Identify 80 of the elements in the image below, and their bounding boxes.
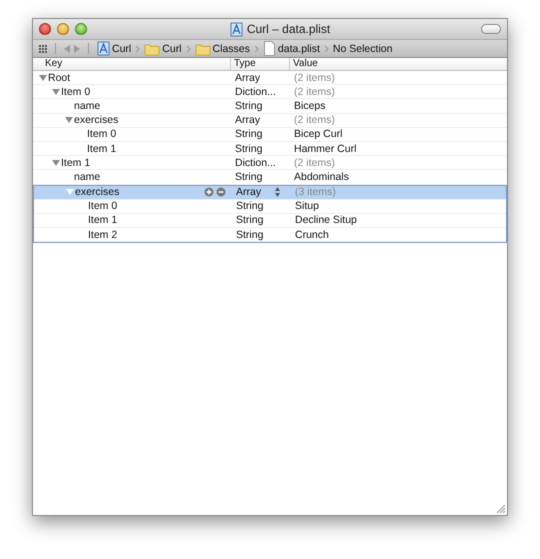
chevron-icon bbox=[135, 44, 140, 52]
path-item[interactable]: Classes bbox=[194, 42, 250, 56]
table-row[interactable]: name String Abdominals bbox=[33, 170, 507, 184]
type-text: String bbox=[235, 128, 262, 140]
disclosure-triangle-icon[interactable] bbox=[39, 74, 47, 82]
value-text: (2 items) bbox=[294, 156, 335, 169]
chevron-icon bbox=[254, 44, 259, 52]
remove-icon[interactable] bbox=[216, 187, 226, 198]
value-text: (2 items) bbox=[294, 114, 335, 126]
value-text: Hammer Curl bbox=[294, 142, 356, 155]
key-text: name bbox=[74, 170, 100, 183]
type-text: String bbox=[235, 100, 262, 112]
column-header[interactable]: Value bbox=[290, 58, 507, 70]
type-text: String bbox=[236, 200, 264, 212]
path-item[interactable]: Curl bbox=[144, 42, 182, 56]
value-text: (2 items) bbox=[294, 86, 335, 98]
resize-grip-icon[interactable] bbox=[496, 504, 505, 513]
type-text: Diction... bbox=[235, 86, 276, 98]
table-row[interactable]: Root Array (2 items) bbox=[33, 71, 507, 86]
chevron-icon bbox=[186, 44, 191, 52]
value-text: Bicep Curl bbox=[294, 128, 342, 140]
column-header[interactable]: Key bbox=[33, 58, 231, 70]
table-row[interactable]: name String Biceps bbox=[33, 99, 507, 114]
table-row[interactable]: Item 1 String Hammer Curl bbox=[33, 142, 507, 156]
key-text: Item 1 bbox=[61, 156, 90, 169]
key-text: exercises bbox=[75, 186, 120, 198]
table-row[interactable]: Item 2 String Crunch bbox=[34, 228, 506, 242]
table-row[interactable]: exercises Array (3 items) bbox=[34, 186, 506, 200]
minimize-button[interactable] bbox=[57, 23, 69, 35]
value-text: Crunch bbox=[295, 228, 329, 241]
folder-icon bbox=[194, 42, 211, 56]
value-text: Abdominals bbox=[294, 170, 349, 183]
key-text: name bbox=[74, 100, 100, 112]
table-row[interactable]: Item 1 String Decline Situp bbox=[34, 214, 506, 228]
folder-icon bbox=[144, 42, 160, 56]
key-text: exercises bbox=[74, 114, 118, 126]
value-text: Situp bbox=[295, 200, 319, 212]
path-item[interactable]: data.plist bbox=[262, 41, 320, 56]
table-row[interactable]: Item 0 Diction... (2 items) bbox=[33, 85, 507, 100]
blueprint-icon bbox=[230, 22, 243, 36]
disclosure-triangle-icon[interactable] bbox=[52, 158, 60, 167]
type-text: String bbox=[236, 228, 264, 241]
type-text: String bbox=[235, 170, 262, 183]
key-text: Item 0 bbox=[88, 200, 118, 212]
grid-icon[interactable] bbox=[39, 44, 47, 52]
type-text: String bbox=[235, 142, 262, 155]
table-row[interactable]: Item 1 Diction... (2 items) bbox=[33, 156, 507, 170]
value-text: (2 items) bbox=[294, 72, 335, 84]
blueprint-icon bbox=[97, 41, 110, 56]
close-button[interactable] bbox=[39, 23, 51, 35]
key-text: Item 0 bbox=[61, 86, 90, 98]
disclosure-triangle-icon[interactable] bbox=[52, 88, 60, 96]
key-text: Root bbox=[48, 72, 70, 84]
table-row[interactable]: exercises Array (2 items) bbox=[33, 114, 507, 128]
type-text: Array bbox=[236, 186, 262, 198]
add-icon[interactable] bbox=[204, 187, 214, 198]
disclosure-triangle-icon[interactable] bbox=[65, 116, 73, 124]
chevron-icon bbox=[324, 44, 329, 52]
key-text: Item 2 bbox=[88, 228, 118, 241]
column-header[interactable]: Type bbox=[231, 58, 290, 70]
table-row[interactable]: Item 0 String Bicep Curl bbox=[33, 128, 507, 142]
key-text: Item 1 bbox=[88, 214, 118, 226]
path-item[interactable]: No Selection bbox=[332, 42, 392, 54]
stepper-icon[interactable] bbox=[275, 187, 280, 198]
back-icon[interactable] bbox=[64, 44, 70, 52]
key-text: Item 0 bbox=[87, 128, 116, 140]
forward-icon[interactable] bbox=[74, 44, 80, 52]
document-icon bbox=[262, 41, 276, 56]
value-text: Biceps bbox=[294, 100, 326, 112]
key-text: Item 1 bbox=[87, 142, 116, 155]
table-row[interactable]: Item 0 String Situp bbox=[34, 200, 506, 214]
value-text: Decline Situp bbox=[295, 214, 357, 226]
type-text: Array bbox=[235, 114, 260, 126]
path-item[interactable]: Curl bbox=[97, 41, 132, 56]
zoom-button[interactable] bbox=[75, 23, 87, 35]
type-text: Diction... bbox=[235, 156, 276, 169]
toolbar-toggle-button[interactable] bbox=[481, 24, 501, 34]
window-title: Curl – data.plist bbox=[246, 22, 330, 36]
type-text: String bbox=[236, 214, 264, 226]
type-text: Array bbox=[235, 72, 260, 84]
